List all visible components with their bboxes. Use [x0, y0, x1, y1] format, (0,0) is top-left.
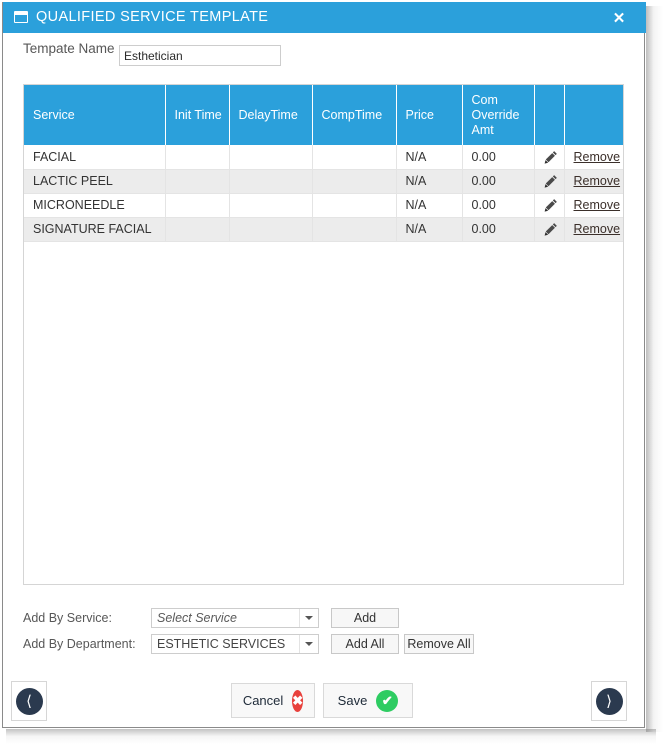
- save-check-icon: ✔: [376, 689, 399, 712]
- template-name-label: Tempate Name: [23, 41, 115, 56]
- remove-link[interactable]: Remove: [574, 198, 621, 212]
- cancel-cross-icon: ✖: [292, 689, 304, 712]
- delay-time-cell: [229, 169, 313, 194]
- comp-time-cell: [312, 169, 397, 194]
- column-header-delay-time[interactable]: DelayTime: [229, 85, 313, 145]
- save-button-label: Save: [337, 693, 368, 708]
- init-time-cell: [165, 193, 230, 218]
- cancel-button-label: Cancel: [242, 693, 284, 708]
- service-select-value: Select Service: [157, 611, 237, 625]
- column-header-price[interactable]: Price: [396, 85, 463, 145]
- remove-link-cell[interactable]: Remove: [564, 193, 623, 218]
- column-header-remove: [564, 85, 623, 145]
- title-bar: QUALIFIED SERVICE TEMPLATE ✕: [3, 2, 646, 33]
- price-cell: N/A: [396, 193, 463, 218]
- close-icon[interactable]: ✕: [602, 2, 636, 33]
- save-button[interactable]: Save ✔: [323, 683, 413, 718]
- remove-link[interactable]: Remove: [574, 150, 621, 164]
- pencil-icon[interactable]: [534, 145, 565, 170]
- delay-time-cell: [229, 145, 313, 170]
- chevron-down-icon[interactable]: [299, 635, 318, 653]
- pencil-icon[interactable]: [534, 193, 565, 218]
- price-cell: N/A: [396, 217, 463, 242]
- dialog-window: QUALIFIED SERVICE TEMPLATE ✕ Tempate Nam…: [2, 2, 646, 728]
- remove-link[interactable]: Remove: [574, 222, 621, 236]
- cancel-button[interactable]: Cancel ✖: [231, 683, 315, 718]
- service-cell: SIGNATURE FACIAL: [24, 217, 166, 242]
- table-row[interactable]: FACIAL N/A 0.00 Remove: [24, 145, 623, 170]
- pencil-icon[interactable]: [534, 169, 565, 194]
- table-row[interactable]: SIGNATURE FACIAL N/A 0.00 Remove: [24, 217, 623, 242]
- add-by-service-label: Add By Service:: [23, 611, 112, 625]
- comp-time-cell: [312, 145, 397, 170]
- footer-bar: ⟨ Cancel ✖ Save ✔ ⟩: [3, 678, 646, 728]
- init-time-cell: [165, 169, 230, 194]
- chevron-right-icon: ⟩: [595, 687, 623, 715]
- department-select-value: ESTHETIC SERVICES: [157, 637, 286, 651]
- add-button[interactable]: Add: [331, 608, 399, 628]
- delay-time-cell: [229, 193, 313, 218]
- column-header-service[interactable]: Service: [24, 85, 166, 145]
- com-override-amt-cell: 0.00: [462, 193, 535, 218]
- com-override-amt-cell: 0.00: [462, 169, 535, 194]
- window-shadow-bottom: [6, 729, 656, 744]
- service-cell: LACTIC PEEL: [24, 169, 166, 194]
- column-header-comp-time[interactable]: CompTime: [312, 85, 397, 145]
- service-cell: MICRONEEDLE: [24, 193, 166, 218]
- remove-link-cell[interactable]: Remove: [564, 145, 623, 170]
- template-name-input[interactable]: [119, 45, 281, 66]
- chevron-left-icon: ⟨: [15, 687, 43, 715]
- table-row[interactable]: LACTIC PEEL N/A 0.00 Remove: [24, 169, 623, 194]
- com-override-amt-cell: 0.00: [462, 217, 535, 242]
- next-button[interactable]: ⟩: [591, 681, 627, 721]
- column-header-init-time[interactable]: Init Time: [165, 85, 230, 145]
- comp-time-cell: [312, 193, 397, 218]
- remove-link[interactable]: Remove: [574, 174, 621, 188]
- price-cell: N/A: [396, 169, 463, 194]
- services-grid-panel[interactable]: Service Init Time DelayTime CompTime Pri…: [23, 84, 624, 585]
- service-select[interactable]: Select Service: [151, 608, 319, 628]
- previous-button[interactable]: ⟨: [11, 681, 47, 721]
- services-table: Service Init Time DelayTime CompTime Pri…: [24, 85, 623, 242]
- init-time-cell: [165, 145, 230, 170]
- window-icon: [14, 11, 28, 23]
- add-by-department-label: Add By Department:: [23, 637, 136, 651]
- remove-link-cell[interactable]: Remove: [564, 169, 623, 194]
- page-title: QUALIFIED SERVICE TEMPLATE: [36, 9, 269, 25]
- window-shadow-right: [646, 6, 663, 732]
- init-time-cell: [165, 217, 230, 242]
- com-override-amt-cell: 0.00: [462, 145, 535, 170]
- department-select[interactable]: ESTHETIC SERVICES: [151, 634, 319, 654]
- remove-all-button[interactable]: Remove All: [404, 634, 474, 654]
- column-header-com-override-amt[interactable]: Com Override Amt: [462, 85, 535, 145]
- template-name-row: Tempate Name: [3, 33, 646, 67]
- add-all-button[interactable]: Add All: [331, 634, 399, 654]
- table-row[interactable]: MICRONEEDLE N/A 0.00 Remove: [24, 193, 623, 218]
- pencil-icon[interactable]: [534, 217, 565, 242]
- delay-time-cell: [229, 217, 313, 242]
- price-cell: N/A: [396, 145, 463, 170]
- service-cell: FACIAL: [24, 145, 166, 170]
- chevron-down-icon[interactable]: [299, 609, 318, 627]
- column-header-edit: [534, 85, 565, 145]
- remove-link-cell[interactable]: Remove: [564, 217, 623, 242]
- table-header-row: Service Init Time DelayTime CompTime Pri…: [24, 85, 623, 145]
- comp-time-cell: [312, 217, 397, 242]
